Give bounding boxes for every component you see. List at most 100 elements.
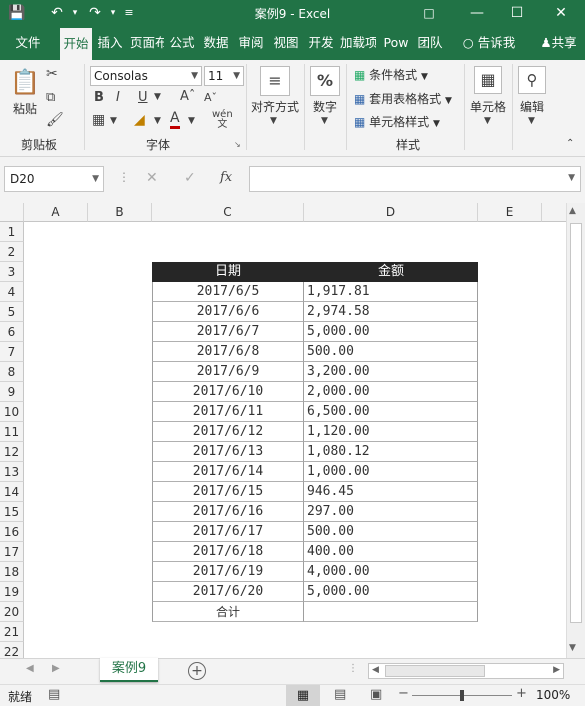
tab-page-layout[interactable]: 页面布 [130,26,164,60]
amount-cell[interactable]: 297.00 [304,502,478,522]
amount-cell[interactable]: 500.00 [304,522,478,542]
align-icon[interactable]: ≡ [260,66,290,96]
total-label-cell[interactable]: 合计 [152,602,304,622]
tab-data[interactable]: 数据 [200,26,232,60]
column-header-b[interactable]: B [88,203,152,222]
date-cell[interactable]: 2017/6/18 [152,542,304,562]
date-cell[interactable]: 2017/6/9 [152,362,304,382]
borders-dropdown-icon[interactable]: ▼ [110,116,117,126]
scroll-down-icon[interactable]: ▼ [569,643,576,653]
page-layout-view-icon[interactable]: ▤ [334,687,346,702]
tab-file[interactable]: 文件 [8,26,48,60]
page-break-view-icon[interactable]: ▣ [370,687,382,702]
date-cell[interactable]: 2017/6/15 [152,482,304,502]
underline-button[interactable]: U [138,90,148,105]
row-header[interactable]: 9 [0,382,24,402]
close-icon[interactable]: ✕ [550,2,572,24]
amount-cell[interactable]: 3,200.00 [304,362,478,382]
total-value-cell[interactable] [304,602,478,622]
row-header[interactable]: 12 [0,442,24,462]
editing-button[interactable]: 编辑 [516,98,548,115]
bold-button[interactable]: B [94,90,104,105]
cell-styles-button[interactable]: ▦ 单元格样式 ▼ [354,113,440,130]
dialog-launcher-icon[interactable]: ↘ [234,140,241,149]
tab-team[interactable]: 团队 [414,26,446,60]
underline-dropdown-icon[interactable]: ▼ [154,92,161,102]
amount-cell[interactable]: 6,500.00 [304,402,478,422]
amount-cell[interactable]: 2,000.00 [304,382,478,402]
date-cell[interactable]: 2017/6/14 [152,462,304,482]
font-name-combo[interactable]: Consolas ▼ [90,66,202,86]
collapse-ribbon-icon[interactable]: ⌃ [566,138,574,149]
row-header[interactable]: 21 [0,622,24,642]
tab-home[interactable]: 开始 [60,28,92,60]
format-table-button[interactable]: ▦ 套用表格格式 ▼ [354,90,452,107]
tab-view[interactable]: 视图 [270,26,302,60]
zoom-level[interactable]: 100% [536,688,570,702]
date-cell[interactable]: 2017/6/7 [152,322,304,342]
scroll-up-icon[interactable]: ▲ [569,206,576,216]
row-header[interactable]: 6 [0,322,24,342]
row-header[interactable]: 2 [0,242,24,262]
zoom-in-icon[interactable]: + [516,686,527,701]
tab-review[interactable]: 审阅 [235,26,267,60]
column-header-e[interactable]: E [478,203,542,222]
zoom-slider[interactable] [412,690,512,701]
scroll-right-icon[interactable]: ▶ [553,665,560,675]
amount-cell[interactable]: 946.45 [304,482,478,502]
sheet-tab[interactable]: 案例9 [100,658,158,682]
cut-icon[interactable]: ✂ [46,66,58,82]
insert-function-icon[interactable]: fx [220,170,232,185]
scrollbar-thumb[interactable] [570,223,582,623]
alignment-button[interactable]: 对齐方式 [250,98,300,115]
conditional-format-button[interactable]: ▦ 条件格式 ▼ [354,66,428,83]
date-cell[interactable]: 2017/6/5 [152,282,304,302]
amount-cell[interactable]: 1,120.00 [304,422,478,442]
increase-font-icon[interactable]: Aˆ [180,89,195,104]
phonetic-guide-icon[interactable]: wén 文 [212,110,233,130]
add-sheet-icon[interactable]: + [188,662,206,680]
amount-cell[interactable]: 5,000.00 [304,582,478,602]
number-button[interactable]: 数字 [306,98,344,115]
ribbon-display-icon[interactable]: □ [418,2,440,24]
date-cell[interactable]: 2017/6/11 [152,402,304,422]
font-color-icon[interactable]: A [170,110,180,129]
row-header[interactable]: 14 [0,482,24,502]
minimize-icon[interactable]: — [466,2,488,24]
date-cell[interactable]: 2017/6/12 [152,422,304,442]
row-header[interactable]: 7 [0,342,24,362]
date-cell[interactable]: 2017/6/17 [152,522,304,542]
zoom-out-icon[interactable]: − [398,686,409,701]
font-size-combo[interactable]: 11 ▼ [204,66,244,86]
hscroll-thumb[interactable] [385,665,485,677]
date-cell[interactable]: 2017/6/19 [152,562,304,582]
date-cell[interactable]: 2017/6/20 [152,582,304,602]
formula-input[interactable]: ▼ [249,166,581,192]
cells-icon[interactable]: ▦ [474,66,502,94]
search-icon[interactable]: ⚲ [518,66,546,94]
date-cell[interactable]: 2017/6/6 [152,302,304,322]
row-header[interactable]: 1 [0,222,24,242]
amount-cell[interactable]: 1,917.81 [304,282,478,302]
share-button[interactable]: ♟共享 [532,26,585,60]
name-box[interactable]: D20 ▼ [4,166,104,192]
row-header[interactable]: 11 [0,422,24,442]
date-cell[interactable]: 2017/6/16 [152,502,304,522]
expand-formula-icon[interactable]: ▼ [568,173,575,183]
copy-icon[interactable]: ⧉ [46,90,55,105]
amount-cell[interactable]: 5,000.00 [304,322,478,342]
amount-cell[interactable]: 500.00 [304,342,478,362]
date-cell[interactable]: 2017/6/13 [152,442,304,462]
amount-cell[interactable]: 2,974.58 [304,302,478,322]
date-cell[interactable]: 2017/6/8 [152,342,304,362]
fill-color-icon[interactable]: ◢ [134,112,145,128]
zoom-thumb[interactable] [460,690,464,701]
column-header-c[interactable]: C [152,203,304,222]
amount-cell[interactable]: 400.00 [304,542,478,562]
date-cell[interactable]: 2017/6/10 [152,382,304,402]
tab-addins[interactable]: 加载项 [340,26,376,60]
italic-button[interactable]: I [116,90,120,105]
row-header[interactable]: 18 [0,562,24,582]
paste-button[interactable]: 粘贴 [8,100,42,117]
select-all-corner[interactable] [0,203,24,222]
